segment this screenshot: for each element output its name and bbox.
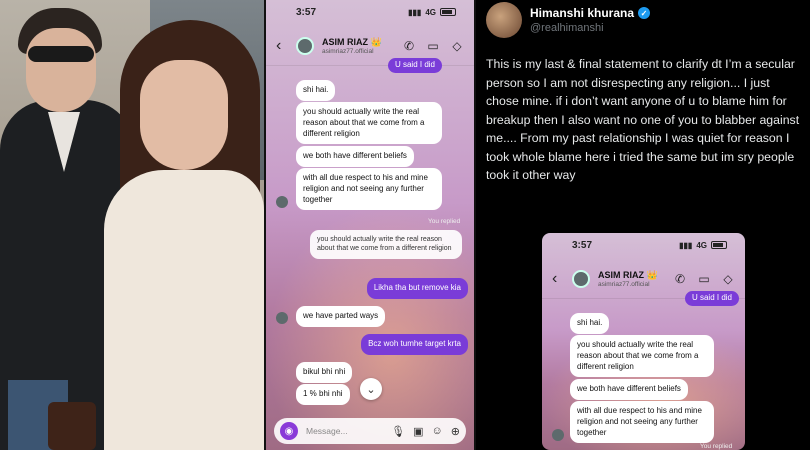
message-incoming: with all due respect to his and mine rel…: [570, 401, 714, 444]
couple-photo: [0, 0, 264, 450]
chat-screenshot-embedded: 3:57 ▮▮▮ 4G ‹ ASIM RIAZ 👑 asimriaz77.off…: [542, 233, 745, 450]
contact-handle: asimriaz77.official: [322, 47, 374, 55]
sticker-icon[interactable]: ☺: [432, 425, 443, 437]
message-incoming: 1 % bhi nhi: [296, 384, 350, 405]
message-incoming: shi hai.: [296, 80, 336, 101]
plus-icon[interactable]: ⊕: [451, 425, 460, 438]
status-bar: 3:57 ▮▮▮ 4G: [542, 233, 745, 257]
camera-icon[interactable]: ◉: [280, 422, 298, 440]
author-name[interactable]: Himanshi khurana ✓: [530, 6, 651, 20]
verified-icon: ✓: [638, 7, 651, 19]
message-list: U said I did shi hai. you should actuall…: [542, 291, 745, 450]
message-incoming: with all due respect to his and mine rel…: [296, 168, 442, 211]
contact-handle: asimriaz77.official: [598, 280, 650, 288]
handbag: [48, 402, 96, 450]
contact-info[interactable]: ASIM RIAZ 👑 asimriaz77.official: [322, 37, 394, 55]
you-replied-label: You replied: [428, 218, 461, 225]
network-label: 4G: [425, 7, 436, 17]
woman-coat: [104, 170, 264, 450]
you-replied-label: You replied: [700, 443, 733, 450]
battery-icon: [711, 241, 727, 249]
sunglasses: [28, 46, 94, 62]
avatar: [552, 429, 564, 441]
tag-icon[interactable]: ◇: [721, 272, 735, 286]
chat-screenshot-main: 3:57 ▮▮▮ 4G ‹ ASIM RIAZ 👑 asimriaz77.off…: [266, 0, 474, 450]
status-time: 3:57: [572, 239, 593, 251]
signal-icon: ▮▮▮: [679, 240, 693, 250]
header-actions: ✆ ▭ ◇: [402, 39, 464, 53]
phone-icon[interactable]: ✆: [673, 272, 687, 286]
avatar[interactable]: [486, 2, 522, 38]
message-composer[interactable]: ◉ Message... 🎙 ▣ ☺ ⊕: [274, 418, 466, 444]
video-icon[interactable]: ▭: [697, 272, 711, 286]
message-incoming: we both have different beliefs: [296, 146, 414, 167]
chat-header: ‹ ASIM RIAZ 👑 asimriaz77.official ✆ ▭ ◇: [266, 26, 474, 66]
message-outgoing: U said I did: [684, 291, 739, 306]
status-indicators: ▮▮▮ 4G: [408, 8, 456, 17]
replied-message: you should actually write the real reaso…: [310, 230, 462, 259]
message-incoming: you should actually write the real reaso…: [570, 335, 714, 378]
message-input[interactable]: Message...: [306, 426, 383, 436]
header-actions: ✆ ▭ ◇: [673, 272, 735, 286]
signal-icon: ▮▮▮: [408, 7, 422, 17]
tweet-text: This is my last & final statement to cla…: [486, 57, 800, 182]
contact-name: ASIM RIAZ 👑: [322, 36, 382, 47]
network-label: 4G: [696, 240, 707, 250]
mic-icon[interactable]: 🎙: [391, 425, 405, 438]
message-incoming: we both have different beliefs: [570, 379, 688, 400]
back-arrow-icon[interactable]: ‹: [552, 270, 564, 288]
back-arrow-icon[interactable]: ‹: [276, 37, 288, 55]
battery-icon: [440, 8, 456, 16]
author-handle[interactable]: @realhimanshi: [530, 22, 650, 34]
message-list: U said I did shi hai. you should actuall…: [266, 58, 474, 414]
status-time: 3:57: [296, 6, 317, 18]
tweet-header: Himanshi khurana ✓ @realhimanshi: [486, 2, 651, 38]
phone-icon[interactable]: ✆: [402, 39, 416, 53]
status-bar: 3:57 ▮▮▮ 4G: [266, 0, 474, 24]
avatar: [276, 312, 288, 324]
status-indicators: ▮▮▮ 4G: [679, 241, 727, 250]
message-incoming: you should actually write the real reaso…: [296, 102, 442, 145]
contact-name: ASIM RIAZ 👑: [598, 269, 658, 280]
image-icon[interactable]: ▣: [413, 425, 423, 438]
tweet-author: Himanshi khurana ✓ @realhimanshi: [530, 6, 651, 34]
message-outgoing: Bcz woh tumhe target krta: [361, 334, 468, 355]
message-incoming: we have parted ways: [296, 306, 386, 327]
man-face: [26, 28, 96, 112]
video-icon[interactable]: ▭: [426, 39, 440, 53]
tag-icon[interactable]: ◇: [450, 39, 464, 53]
avatar[interactable]: [296, 36, 314, 55]
message-outgoing: U said I did: [387, 58, 442, 73]
tweet-card: Himanshi khurana ✓ @realhimanshi This is…: [476, 0, 810, 450]
message-incoming: bikul bhi nhi: [296, 362, 353, 383]
woman-face: [140, 60, 228, 170]
avatar[interactable]: [572, 269, 590, 288]
message-outgoing: Likha tha but remove kia: [366, 278, 468, 299]
contact-info[interactable]: ASIM RIAZ 👑 asimriaz77.official: [598, 270, 665, 288]
message-incoming: shi hai.: [570, 313, 610, 334]
avatar: [276, 196, 288, 208]
chevron-down-icon[interactable]: ⌄: [360, 378, 382, 400]
